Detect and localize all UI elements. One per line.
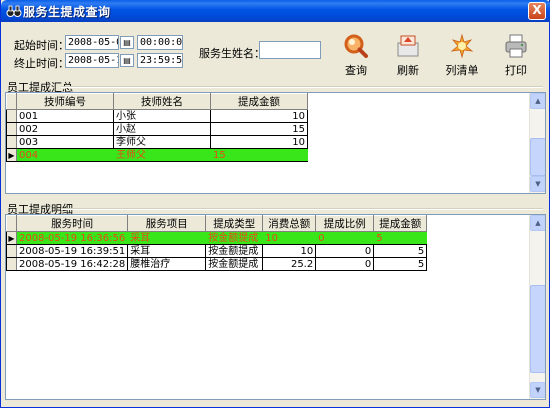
table-row[interactable]: 002 小赵 15 (6, 122, 308, 136)
row-indicator (6, 109, 17, 123)
refresh-icon (386, 33, 430, 59)
detail-col-amount[interactable]: 提成金额 (373, 215, 428, 232)
cell-type[interactable]: 按金额提成 (205, 244, 264, 258)
row-pointer-icon: ▶ (6, 231, 17, 245)
cell-id[interactable]: 002 (16, 122, 114, 136)
cell-ratio[interactable]: 0 (315, 257, 375, 271)
main-window: 服务生提成查询 X 起始时间： 2008-05-01 ▤ 00:00:00 终止… (0, 0, 550, 408)
cell-item[interactable]: 腰椎治疗 (127, 257, 207, 271)
detail-col-time[interactable]: 服务时间 (15, 215, 129, 232)
printer-icon (494, 33, 538, 59)
cell-id[interactable]: 004 (16, 148, 114, 162)
summary-group-divider (61, 86, 543, 88)
table-row[interactable]: 003 李师父 10 (6, 135, 308, 149)
refresh-button-label: 刷新 (397, 64, 419, 77)
detail-indicator-header (6, 215, 17, 232)
cell-name[interactable]: 王师父 (113, 148, 211, 162)
query-button[interactable]: 查询 (334, 33, 378, 77)
end-calendar-icon[interactable]: ▤ (120, 54, 134, 67)
waiter-name-label: 服务生姓名： (199, 47, 265, 60)
scroll-down-icon[interactable]: ▼ (530, 176, 545, 192)
detail-col-ratio[interactable]: 提成比例 (315, 215, 375, 232)
start-calendar-icon[interactable]: ▤ (120, 36, 134, 49)
cell-name[interactable]: 小赵 (113, 122, 211, 136)
cell-amount[interactable]: 5 (373, 257, 428, 271)
cell-amount[interactable]: 15 (210, 122, 308, 136)
detail-col-item[interactable]: 服务项目 (127, 215, 207, 232)
cell-total[interactable]: 25.2 (262, 257, 317, 271)
cell-total[interactable]: 10 (262, 244, 317, 258)
table-row[interactable]: 001 小张 10 (6, 109, 308, 123)
cell-name[interactable]: 小张 (113, 109, 211, 123)
cell-amount[interactable]: 5 (373, 231, 428, 245)
table-row-selected[interactable]: ▶ 004 王师父 15 (6, 148, 308, 162)
row-indicator (6, 257, 17, 271)
cell-name[interactable]: 李师父 (113, 135, 211, 149)
waiter-name-input[interactable] (259, 41, 321, 59)
row-indicator (6, 122, 17, 136)
start-date-field[interactable]: 2008-05-01 (65, 35, 119, 50)
table-row[interactable]: 2008-05-19 16:39:51 采耳 按金额提成 10 0 5 (6, 244, 428, 258)
scroll-thumb[interactable] (530, 285, 545, 373)
start-time-label: 起始时间： (14, 39, 69, 52)
summary-col-name[interactable]: 技师姓名 (113, 93, 211, 110)
row-pointer-icon: ▶ (6, 148, 17, 162)
detail-scrollbar[interactable]: ▲ ▼ (529, 215, 545, 399)
end-date-field[interactable]: 2008-05-19 (65, 53, 119, 68)
detail-col-total[interactable]: 消费总额 (262, 215, 317, 232)
row-indicator (6, 244, 17, 258)
cell-amount[interactable]: 15 (210, 148, 308, 162)
cell-type[interactable]: 按金额提成 (205, 257, 264, 271)
cell-amount[interactable]: 5 (373, 244, 428, 258)
close-button[interactable]: X (528, 2, 546, 20)
cell-type[interactable]: 按金额提成 (205, 231, 264, 245)
cell-ratio[interactable]: 0 (315, 244, 375, 258)
cell-time[interactable]: 2008-05-19 16:39:51 (15, 244, 129, 258)
detail-group-divider (61, 208, 543, 210)
detail-grid[interactable]: 服务时间 服务项目 提成类型 消费总额 提成比例 提成金额 ▶ 2008-05-… (5, 214, 546, 400)
print-button[interactable]: 打印 (494, 33, 538, 77)
end-time-label: 终止时间： (14, 57, 69, 70)
cell-ratio[interactable]: 0 (315, 231, 375, 245)
cell-item[interactable]: 采耳 (127, 244, 207, 258)
list-icon (440, 33, 484, 59)
list-button-label: 列清单 (445, 64, 479, 77)
cell-id[interactable]: 003 (16, 135, 114, 149)
scroll-up-icon[interactable]: ▲ (530, 215, 545, 231)
print-button-label: 打印 (505, 64, 527, 77)
summary-scrollbar[interactable]: ▲ ▼ (529, 93, 545, 193)
app-binoculars-icon (6, 3, 22, 19)
table-row[interactable]: 2008-05-19 16:42:28 腰椎治疗 按金额提成 25.2 0 5 (6, 257, 428, 271)
row-indicator (6, 135, 17, 149)
query-button-label: 查询 (345, 64, 367, 77)
title-bar[interactable]: 服务生提成查询 X (1, 0, 550, 22)
magnifier-icon (334, 33, 378, 59)
scroll-up-icon[interactable]: ▲ (530, 93, 545, 109)
cell-amount[interactable]: 10 (210, 135, 308, 149)
cell-item[interactable]: 采耳 (127, 231, 207, 245)
end-time-field[interactable]: 23:59:59 (137, 53, 183, 68)
scroll-down-icon[interactable]: ▼ (530, 382, 545, 398)
table-row-selected[interactable]: ▶ 2008-05-19 16:36:56 采耳 按金额提成 10 0 5 (6, 231, 428, 245)
summary-indicator-header (6, 93, 17, 110)
cell-id[interactable]: 001 (16, 109, 114, 123)
detail-col-type[interactable]: 提成类型 (205, 215, 264, 232)
cell-total[interactable]: 10 (262, 231, 317, 245)
summary-grid[interactable]: 技师编号 技师姓名 提成金额 001 小张 10 002 小赵 15 003 李… (5, 92, 546, 194)
list-button[interactable]: 列清单 (440, 33, 484, 77)
detail-table: 服务时间 服务项目 提成类型 消费总额 提成比例 提成金额 ▶ 2008-05-… (6, 215, 428, 271)
cell-amount[interactable]: 10 (210, 109, 308, 123)
scroll-thumb[interactable] (530, 138, 545, 176)
summary-col-id[interactable]: 技师编号 (16, 93, 114, 110)
refresh-button[interactable]: 刷新 (386, 33, 430, 77)
cell-time[interactable]: 2008-05-19 16:36:56 (15, 231, 129, 245)
summary-col-amount[interactable]: 提成金额 (210, 93, 308, 110)
cell-time[interactable]: 2008-05-19 16:42:28 (15, 257, 129, 271)
start-time-field[interactable]: 00:00:00 (137, 35, 183, 50)
summary-table: 技师编号 技师姓名 提成金额 001 小张 10 002 小赵 15 003 李… (6, 93, 308, 162)
window-title: 服务生提成查询 (23, 5, 111, 19)
